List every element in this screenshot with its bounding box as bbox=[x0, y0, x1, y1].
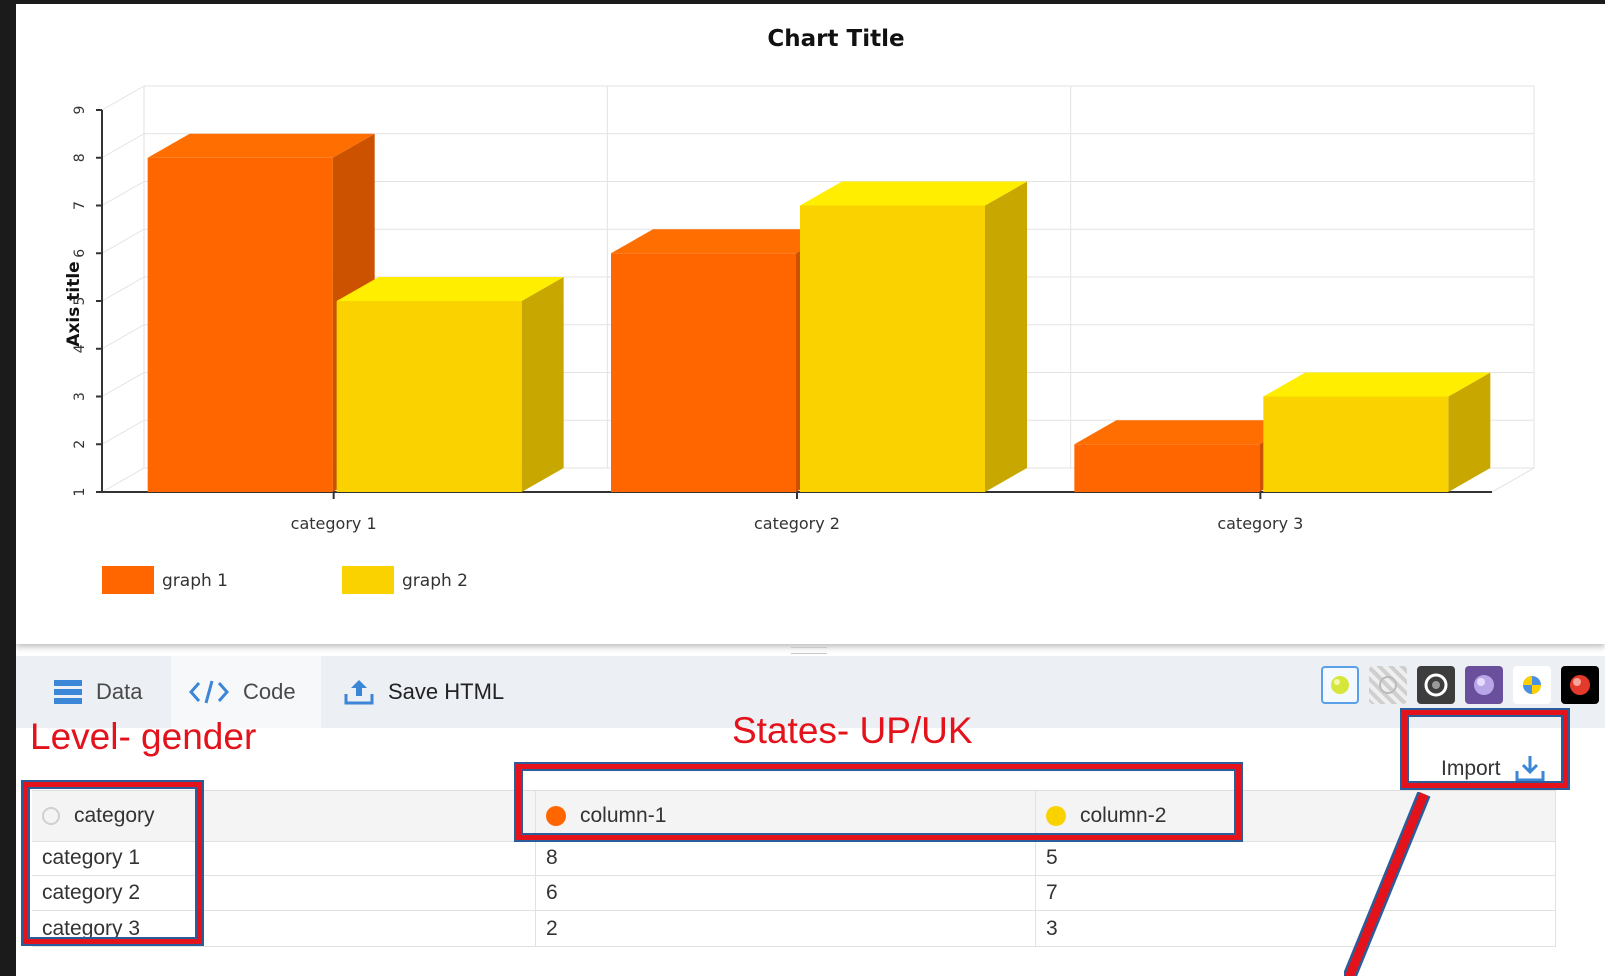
cell-column-2[interactable]: 7 bbox=[1036, 876, 1556, 910]
annotation-level-gender: Level- gender bbox=[30, 716, 257, 757]
cell-column-2[interactable]: 3 bbox=[1036, 911, 1556, 946]
purple-orb-theme-icon bbox=[1474, 675, 1494, 695]
legend-label: graph 2 bbox=[402, 571, 468, 591]
resize-handle[interactable] bbox=[791, 647, 827, 654]
dark-ring-theme-icon bbox=[1424, 673, 1448, 697]
annotation-states: States- UP/UK bbox=[732, 710, 973, 751]
header-column-1[interactable]: column-1 bbox=[536, 791, 1036, 841]
cell-column-1[interactable]: 6 bbox=[536, 876, 1036, 910]
import-label: Import bbox=[1441, 757, 1501, 780]
theme-dark-ring[interactable] bbox=[1417, 666, 1455, 704]
gridline-side bbox=[101, 228, 145, 254]
gridline-side bbox=[101, 133, 145, 159]
gridline-side bbox=[101, 467, 145, 493]
table-icon bbox=[54, 679, 82, 705]
import-button[interactable]: Import bbox=[1427, 745, 1565, 793]
app-frame: 1 2 3 4 5 6 7 8 9 category 1 category 2 category 3g… bbox=[16, 4, 1605, 976]
cell-column-1[interactable]: 2 bbox=[536, 911, 1036, 946]
table-row: category 3 2 3 bbox=[32, 911, 1556, 947]
tab-data-label: Data bbox=[96, 679, 143, 704]
cell-column-1[interactable]: 8 bbox=[536, 840, 1036, 875]
annotation-arrow bbox=[1344, 792, 1431, 976]
chart-panel: 1 2 3 4 5 6 7 8 9 category 1 category 2 category 3g… bbox=[16, 4, 1605, 644]
chart-title: Chart Title bbox=[767, 26, 905, 52]
x-tick-label: category 1 bbox=[291, 514, 377, 533]
legend-label: graph 1 bbox=[162, 571, 228, 591]
table-row: category 2 6 7 bbox=[32, 876, 1556, 911]
import-icon bbox=[1515, 756, 1545, 782]
y-tick-label: 3 bbox=[72, 392, 88, 401]
cell-column-2[interactable]: 5 bbox=[1036, 840, 1556, 875]
y-axis-title: Axis title bbox=[64, 261, 84, 347]
bar-side bbox=[985, 181, 1027, 492]
bar bbox=[1074, 444, 1260, 492]
x-tick-label: category 3 bbox=[1217, 514, 1303, 533]
header-category[interactable]: category bbox=[32, 791, 536, 841]
save-html-label: Save HTML bbox=[388, 679, 505, 704]
y-tick-label: 7 bbox=[72, 201, 88, 210]
striped-gray-theme-icon bbox=[1379, 676, 1397, 694]
column-1-color-dot[interactable] bbox=[546, 806, 566, 826]
legend-swatch bbox=[342, 566, 394, 594]
bar-chart: 123456789category 1 category 2 category 3g… bbox=[72, 85, 1535, 594]
bar bbox=[611, 253, 796, 492]
gridline-side bbox=[101, 372, 145, 397]
grid-header-row: category column-1 column-2 bbox=[32, 790, 1556, 842]
save-html-button[interactable]: Save HTML bbox=[344, 656, 504, 728]
cell-category[interactable]: category 2 bbox=[32, 876, 536, 910]
header-column-1-label: column-1 bbox=[580, 804, 667, 827]
theme-red-orb[interactable] bbox=[1561, 666, 1599, 704]
add-row-icon[interactable] bbox=[42, 807, 60, 825]
y-tick-label: 1 bbox=[72, 488, 88, 497]
table-row: category 1 8 5 bbox=[32, 840, 1556, 876]
theme-purple-orb[interactable] bbox=[1465, 666, 1503, 704]
bar-side bbox=[521, 277, 564, 492]
bar bbox=[1263, 396, 1449, 492]
header-column-2-label: column-2 bbox=[1080, 804, 1167, 827]
light-yellow-theme-icon bbox=[1331, 676, 1349, 694]
bar bbox=[336, 301, 522, 492]
y-tick-label: 9 bbox=[72, 106, 88, 115]
theme-picker bbox=[1321, 666, 1599, 704]
gridline-side bbox=[101, 419, 145, 445]
theme-striped-gray[interactable] bbox=[1369, 666, 1407, 704]
cell-category[interactable]: category 1 bbox=[32, 840, 536, 875]
bar bbox=[800, 205, 985, 492]
header-category-label: category bbox=[74, 804, 155, 827]
theme-yellow-blue[interactable] bbox=[1513, 666, 1551, 704]
gridline-side bbox=[101, 324, 145, 350]
upload-icon bbox=[344, 679, 374, 705]
y-tick-label: 8 bbox=[72, 153, 88, 162]
header-column-2[interactable]: column-2 bbox=[1036, 791, 1556, 841]
floor-edge bbox=[1491, 467, 1535, 493]
x-tick-label: category 2 bbox=[754, 514, 840, 533]
tab-code-label: Code bbox=[243, 679, 296, 704]
gridline-side bbox=[101, 276, 145, 302]
theme-light-yellow[interactable] bbox=[1321, 666, 1359, 704]
column-2-color-dot[interactable] bbox=[1046, 806, 1066, 826]
y-tick-label: 2 bbox=[72, 440, 88, 449]
gridline-side bbox=[101, 85, 145, 111]
cell-category[interactable]: category 3 bbox=[32, 911, 536, 946]
red-orb-theme-icon bbox=[1570, 675, 1590, 695]
gridline-side bbox=[101, 181, 145, 206]
bar bbox=[147, 157, 333, 492]
yellow-blue-theme-icon bbox=[1523, 676, 1541, 694]
legend-swatch bbox=[102, 566, 154, 594]
code-icon bbox=[189, 679, 229, 705]
